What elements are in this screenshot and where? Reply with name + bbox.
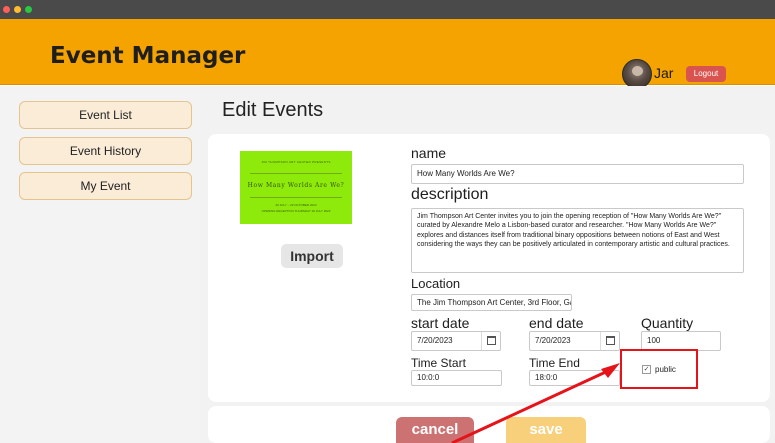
page-title: Edit Events bbox=[222, 99, 324, 121]
location-label: Location bbox=[411, 276, 461, 291]
end-date-label: end date bbox=[529, 315, 584, 331]
avatar[interactable] bbox=[622, 59, 652, 89]
quantity-field[interactable]: 100 bbox=[641, 331, 721, 351]
end-date-picker[interactable]: 7/20/2023 bbox=[529, 331, 620, 351]
minimize-window-button[interactable] bbox=[14, 6, 21, 13]
maximize-window-button[interactable] bbox=[25, 6, 32, 13]
time-start-field[interactable]: 10:0:0 bbox=[411, 370, 502, 386]
description-label: description bbox=[411, 186, 489, 203]
end-date-value: 7/20/2023 bbox=[535, 336, 571, 345]
import-image-button[interactable]: Import bbox=[281, 244, 343, 268]
poster-top-text: JIM THOMPSON ART CENTER PRESENTS bbox=[261, 160, 331, 164]
poster-title-text: How Many Worlds Are We? bbox=[247, 182, 345, 189]
event-poster-image: JIM THOMPSON ART CENTER PRESENTS How Man… bbox=[240, 151, 352, 224]
quantity-label: Quantity bbox=[641, 315, 694, 331]
sidebar-item-event-history[interactable]: Event History bbox=[19, 137, 192, 165]
time-end-field[interactable]: 18:0:0 bbox=[529, 370, 620, 386]
public-highlight-box: ✓ public bbox=[620, 349, 698, 389]
logout-button[interactable]: Logout bbox=[686, 66, 726, 82]
sidebar-item-event-list[interactable]: Event List bbox=[19, 101, 192, 129]
calendar-icon[interactable] bbox=[606, 336, 615, 345]
close-window-button[interactable] bbox=[3, 6, 10, 13]
form-actions: cancel save bbox=[208, 406, 770, 443]
edit-event-form: JIM THOMPSON ART CENTER PRESENTS How Man… bbox=[208, 134, 770, 402]
start-date-label: start date bbox=[411, 315, 470, 331]
public-label: public bbox=[655, 365, 676, 374]
time-end-label: Time End bbox=[529, 356, 580, 370]
public-checkbox[interactable]: ✓ bbox=[642, 365, 651, 374]
time-start-label: Time Start bbox=[411, 356, 466, 370]
username-label: Jar bbox=[654, 65, 674, 81]
cancel-button[interactable]: cancel bbox=[396, 417, 474, 443]
sidebar: Event List Event History My Event bbox=[0, 86, 200, 443]
poster-sub-text: OPENING RECEPTION THURSDAY 20 JULY 2023 bbox=[261, 209, 331, 213]
calendar-icon[interactable] bbox=[487, 336, 496, 345]
save-button[interactable]: save bbox=[506, 417, 586, 443]
description-field[interactable]: Jim Thompson Art Center invites you to j… bbox=[411, 208, 744, 273]
start-date-picker[interactable]: 7/20/2023 bbox=[411, 331, 501, 351]
location-field[interactable]: The Jim Thompson Art Center, 3rd Floor, … bbox=[411, 294, 572, 311]
sidebar-item-my-event[interactable]: My Event bbox=[19, 172, 192, 200]
name-label: name bbox=[411, 145, 447, 161]
window-titlebar bbox=[0, 0, 775, 19]
poster-date-text: 20 JULY – 29 OCTOBER 2023 bbox=[275, 203, 317, 207]
app-header: Event Manager Jar Logout bbox=[0, 19, 775, 89]
app-title: Event Manager bbox=[50, 43, 246, 69]
start-date-value: 7/20/2023 bbox=[417, 336, 453, 345]
name-field[interactable]: How Many Worlds Are We? bbox=[411, 164, 744, 184]
main-content: Edit Events JIM THOMPSON ART CENTER PRES… bbox=[200, 86, 775, 443]
